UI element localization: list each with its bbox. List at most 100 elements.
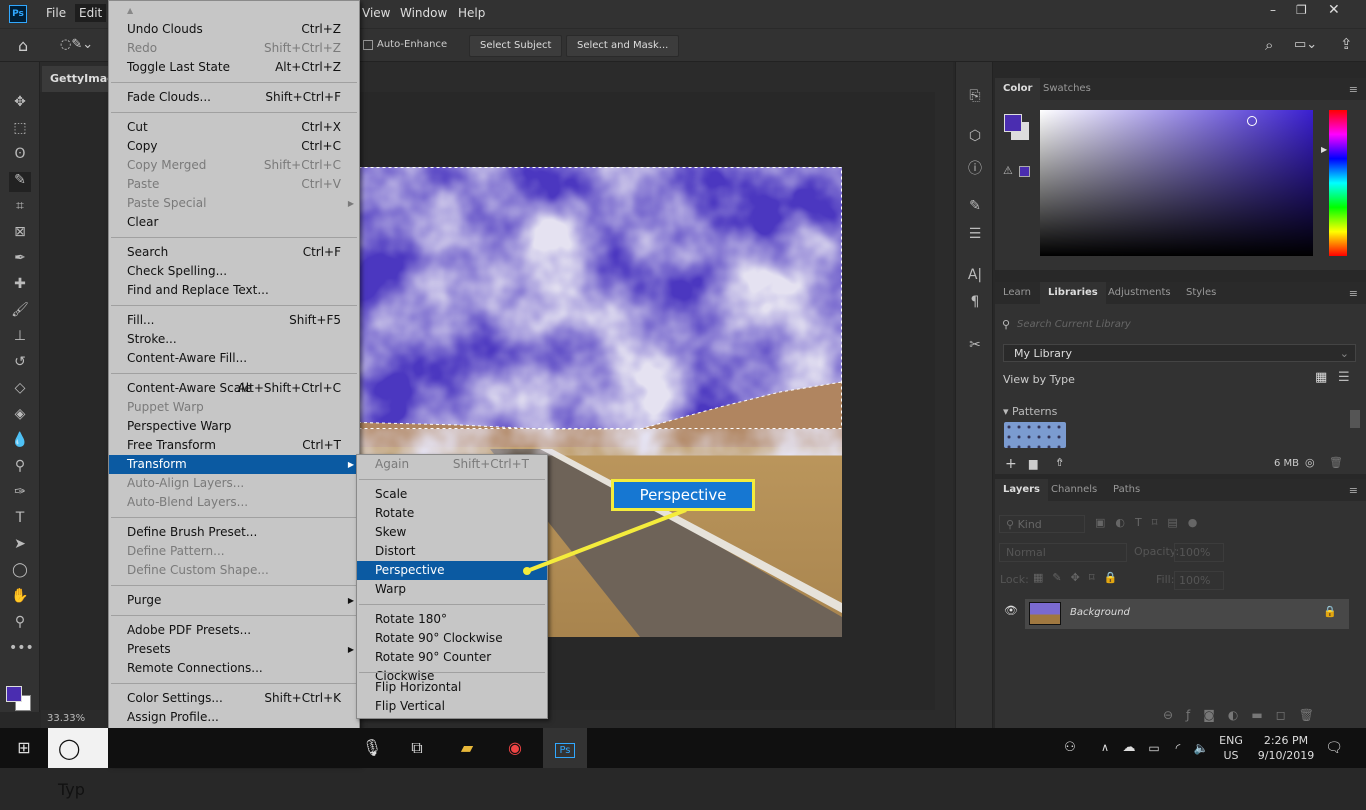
menu-item-presets[interactable]: Presets ▶ xyxy=(109,640,359,659)
hue-slider-handle[interactable]: ▶ xyxy=(1321,145,1327,154)
menu-item-rotate-180[interactable]: Rotate 180° xyxy=(357,610,547,629)
menu-item-search[interactable]: Search Ctrl+F xyxy=(109,243,359,262)
tab-color[interactable]: Color xyxy=(995,78,1041,100)
eyedropper-tool-icon[interactable]: ✒ xyxy=(9,250,31,270)
menu-item-perspective-warp[interactable]: Perspective Warp xyxy=(109,417,359,436)
menu-item-copy-merged[interactable]: Copy Merged Shift+Ctrl+C xyxy=(109,156,359,175)
lasso-tool-icon[interactable]: ʘ xyxy=(9,146,31,166)
menu-item-assign-profile[interactable]: Assign Profile... xyxy=(109,708,359,727)
menu-item-perspective[interactable]: Perspective xyxy=(357,561,547,580)
menu-item-define-brush-preset[interactable]: Define Brush Preset... xyxy=(109,523,359,542)
clock[interactable]: 2:26 PM 9/10/2019 xyxy=(1252,728,1320,768)
menu-item-clear[interactable]: Clear xyxy=(109,213,359,232)
show-hidden-icons[interactable]: ∧ xyxy=(1096,728,1114,768)
menu-item-flip-horizontal[interactable]: Flip Horizontal xyxy=(357,678,547,697)
canvas-scrollbar[interactable] xyxy=(935,92,953,710)
volume-icon[interactable]: 🔈 xyxy=(1190,728,1212,768)
menu-edit[interactable]: Edit xyxy=(75,4,107,22)
layer-filter-icons[interactable]: ▣◐T⌑▤● xyxy=(1095,516,1207,529)
lock-icons[interactable]: ▦✎✥⌑🔒 xyxy=(1033,571,1126,584)
menu-item-fade-clouds[interactable]: Fade Clouds... Shift+Ctrl+F xyxy=(109,88,359,107)
menu-item-again[interactable]: Again Shift+Ctrl+T xyxy=(357,455,547,474)
battery-icon[interactable]: ▭ xyxy=(1144,728,1164,768)
menu-item-stroke[interactable]: Stroke... xyxy=(109,330,359,349)
opacity-input[interactable]: 100% xyxy=(1174,543,1224,562)
layer-name[interactable]: Background xyxy=(1070,607,1130,618)
menu-item-undo-clouds[interactable]: Undo Clouds Ctrl+Z xyxy=(109,20,359,39)
pattern-thumbnail[interactable] xyxy=(1004,422,1066,448)
ellipse-tool-icon[interactable]: ◯ xyxy=(9,562,31,582)
scroll-up-arrow[interactable]: ▲ xyxy=(109,1,359,20)
menu-item-remote-connections[interactable]: Remote Connections... xyxy=(109,659,359,678)
blend-mode-select[interactable]: Normal xyxy=(999,543,1127,562)
menu-item-content-aware-fill[interactable]: Content-Aware Fill... xyxy=(109,349,359,368)
panel-menu-icon[interactable]: ≡ xyxy=(1349,287,1358,300)
menu-item-transform[interactable]: Transform ▶ xyxy=(109,455,359,474)
menu-item-define-custom-shape[interactable]: Define Custom Shape... xyxy=(109,561,359,580)
menu-item-paste-special[interactable]: Paste Special ▶ xyxy=(109,194,359,213)
menu-item-adobe-pdf-presets[interactable]: Adobe PDF Presets... xyxy=(109,621,359,640)
properties-icon[interactable]: ☰ xyxy=(965,226,985,246)
menu-item-redo[interactable]: Redo Shift+Ctrl+Z xyxy=(109,39,359,58)
tab-swatches[interactable]: Swatches xyxy=(1035,78,1099,100)
menu-item-find-and-replace-text[interactable]: Find and Replace Text... xyxy=(109,281,359,300)
onedrive-icon[interactable]: ☁ xyxy=(1118,728,1140,768)
menu-item-distort[interactable]: Distort xyxy=(357,542,547,561)
path-selection-icon[interactable]: ➤ xyxy=(9,536,31,556)
task-view-icon[interactable]: ⧉ xyxy=(402,728,432,768)
trash-icon[interactable]: 🗑 xyxy=(1329,456,1343,469)
paint-bucket-icon[interactable]: ◈ xyxy=(9,406,31,426)
close-button[interactable]: ✕ xyxy=(1328,2,1340,18)
menu-item-warp[interactable]: Warp xyxy=(357,580,547,599)
upload-icon[interactable]: ⇮ xyxy=(1055,456,1064,469)
add-icon[interactable]: + xyxy=(1005,456,1017,472)
lock-icon[interactable]: 🔒 xyxy=(1323,605,1337,618)
layer-actions-icons[interactable]: ⊖ƒ◙◐▬◻🗑 xyxy=(1163,708,1327,722)
menu-item-fill[interactable]: Fill... Shift+F5 xyxy=(109,311,359,330)
gamut-swatch[interactable] xyxy=(1019,166,1030,177)
minimize-button[interactable]: – xyxy=(1270,3,1276,17)
home-icon[interactable]: ⌂ xyxy=(18,36,28,55)
menu-item-content-aware-scale[interactable]: Content-Aware Scale Alt+Shift+Ctrl+C xyxy=(109,379,359,398)
menu-item-scale[interactable]: Scale xyxy=(357,485,547,504)
view-by-type-dropdown[interactable]: View by Type xyxy=(1003,373,1075,386)
healing-brush-icon[interactable]: ✚ xyxy=(9,276,31,296)
paragraph-icon[interactable]: ¶ xyxy=(965,294,985,314)
menu-file[interactable]: File xyxy=(46,6,66,20)
blur-tool-icon[interactable]: 💧 xyxy=(9,432,31,452)
fill-input[interactable]: 100% xyxy=(1174,571,1224,590)
menu-window[interactable]: Window xyxy=(400,6,447,20)
workspace-icon[interactable]: ▭⌄ xyxy=(1294,37,1317,52)
tab-libraries[interactable]: Libraries xyxy=(1040,282,1106,304)
menu-item-skew[interactable]: Skew xyxy=(357,523,547,542)
menu-item-define-pattern[interactable]: Define Pattern... xyxy=(109,542,359,561)
move-tool-icon[interactable]: ✥ xyxy=(9,94,31,114)
pen-tool-icon[interactable]: ✑ xyxy=(9,484,31,504)
history-icon[interactable]: ⎘ xyxy=(965,88,985,108)
action-center-icon[interactable]: 🗨 xyxy=(1322,728,1346,768)
more-tools-icon[interactable]: ••• xyxy=(9,640,34,660)
zoom-tool-icon[interactable]: ⚲ xyxy=(9,614,31,634)
menu-item-cut[interactable]: Cut Ctrl+X xyxy=(109,118,359,137)
photoshop-taskbar-icon[interactable]: Ps xyxy=(543,728,587,768)
layer-row-background[interactable]: Background 🔒 xyxy=(1025,599,1349,629)
zoom-level[interactable]: 33.33% xyxy=(47,713,85,724)
history-brush-icon[interactable]: ↺ xyxy=(9,354,31,374)
info-icon[interactable]: ⓘ xyxy=(965,158,985,178)
menu-item-flip-vertical[interactable]: Flip Vertical xyxy=(357,697,547,716)
menu-item-toggle-last-state[interactable]: Toggle Last State Alt+Ctrl+Z xyxy=(109,58,359,77)
hue-slider[interactable] xyxy=(1329,110,1347,256)
crop-tool-icon[interactable]: ⌗ xyxy=(9,198,31,218)
document-tab[interactable]: GettyImag xyxy=(42,66,112,92)
brush-settings-icon[interactable]: ✎ xyxy=(965,198,985,218)
select-subject-button[interactable]: Select Subject xyxy=(469,35,563,57)
menu-view[interactable]: View xyxy=(362,6,390,20)
language-indicator[interactable]: ENG US xyxy=(1214,728,1248,768)
library-select[interactable]: My Library ⌄ xyxy=(1003,344,1356,362)
menu-item-auto-align-layers[interactable]: Auto-Align Layers... xyxy=(109,474,359,493)
panel-menu-icon[interactable]: ≡ xyxy=(1349,484,1358,497)
library-search-input[interactable]: Search Current Library xyxy=(1017,319,1131,330)
windows-start-icon[interactable]: ⊞ xyxy=(0,728,48,768)
library-scrollbar[interactable] xyxy=(1350,410,1360,428)
auto-enhance-checkbox[interactable] xyxy=(363,40,373,50)
